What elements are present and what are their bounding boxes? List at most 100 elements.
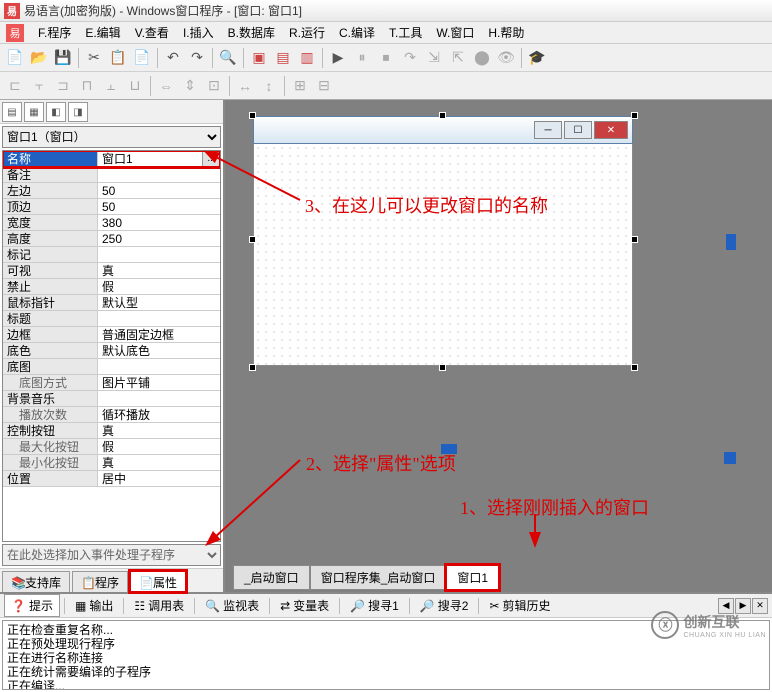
property-value[interactable]: 普通固定边框: [98, 327, 220, 342]
editor-tab-2[interactable]: 窗口1: [446, 565, 499, 590]
menu-view[interactable]: V.查看: [129, 22, 175, 43]
property-value[interactable]: 图片平铺: [98, 375, 220, 390]
editor-tab-0[interactable]: _启动窗口: [233, 565, 310, 590]
property-row-15[interactable]: 背景音乐: [3, 391, 220, 407]
property-row-4[interactable]: 宽度380: [3, 215, 220, 231]
menu-edit[interactable]: E.编辑: [79, 22, 126, 43]
event-selector[interactable]: 在此处选择加入事件处理子程序: [2, 544, 221, 566]
prop-btn-2[interactable]: ▦: [24, 102, 44, 122]
design-surface[interactable]: ─ ☐ ✕: [241, 104, 764, 564]
property-value[interactable]: 真: [98, 455, 220, 470]
property-value[interactable]: 真: [98, 263, 220, 278]
property-value[interactable]: [98, 167, 220, 182]
property-row-2[interactable]: 左边50: [3, 183, 220, 199]
property-value[interactable]: [98, 247, 220, 262]
menu-compile[interactable]: C.编译: [333, 22, 381, 43]
tab-icon: ❓: [11, 599, 26, 613]
property-row-19[interactable]: 最小化按钮真: [3, 455, 220, 471]
output-tab-0[interactable]: ❓提示: [4, 594, 60, 617]
property-row-18[interactable]: 最大化按钮假: [3, 439, 220, 455]
separator: [322, 48, 323, 68]
cut-icon[interactable]: ✂: [83, 47, 105, 69]
event-select[interactable]: 在此处选择加入事件处理子程序: [2, 544, 221, 566]
paste-icon[interactable]: 📄: [131, 47, 153, 69]
output-tab-1[interactable]: ▦输出: [69, 595, 119, 616]
menu-program[interactable]: F.程序: [32, 22, 77, 43]
output-tab-7[interactable]: ✂剪辑历史: [483, 595, 556, 616]
property-value[interactable]: [98, 311, 220, 326]
undo-icon[interactable]: ↶: [162, 47, 184, 69]
find-icon[interactable]: 🔍: [217, 47, 239, 69]
property-value[interactable]: 循环播放: [98, 407, 220, 422]
watermark-icon: ⓧ: [651, 611, 679, 639]
object-select[interactable]: 窗口1（窗口）: [2, 126, 221, 148]
output-tab-3[interactable]: 🔍监视表: [199, 595, 265, 616]
property-row-12[interactable]: 底色默认底色: [3, 343, 220, 359]
property-value[interactable]: 250: [98, 231, 220, 246]
menu-help[interactable]: H.帮助: [482, 22, 530, 43]
prop-btn-3[interactable]: ◧: [46, 102, 66, 122]
panel-tab-1[interactable]: 📋程序: [72, 571, 128, 592]
property-row-1[interactable]: 备注: [3, 167, 220, 183]
prop-btn-1[interactable]: ▤: [2, 102, 22, 122]
panel-tab-0[interactable]: 📚支持库: [2, 571, 70, 592]
knowledge-icon[interactable]: 🎓: [526, 47, 548, 69]
separator: [78, 48, 79, 68]
output-tab-5[interactable]: 🔎搜寻1: [344, 595, 405, 616]
property-row-8[interactable]: 禁止假: [3, 279, 220, 295]
run-icon[interactable]: ▶: [327, 47, 349, 69]
output-tab-6[interactable]: 🔎搜寻2: [414, 595, 475, 616]
property-value[interactable]: 50: [98, 183, 220, 198]
new-icon[interactable]: 📄: [4, 47, 26, 69]
align-top-icon: ⊓: [76, 75, 98, 97]
property-edit-button[interactable]: ...: [202, 151, 220, 166]
property-row-5[interactable]: 高度250: [3, 231, 220, 247]
editor-tabs: _启动窗口窗口程序集_启动窗口窗口1: [233, 565, 499, 590]
menu-run[interactable]: R.运行: [283, 22, 331, 43]
property-value[interactable]: [98, 391, 220, 406]
property-row-17[interactable]: 控制按钮真: [3, 423, 220, 439]
menu-window[interactable]: W.窗口: [430, 22, 480, 43]
property-row-13[interactable]: 底图: [3, 359, 220, 375]
property-row-0[interactable]: 名称窗口1...: [3, 151, 220, 167]
property-value[interactable]: 窗口1: [98, 151, 202, 166]
window1-icon[interactable]: ▣: [248, 47, 270, 69]
window2-icon[interactable]: ▤: [272, 47, 294, 69]
property-row-7[interactable]: 可视真: [3, 263, 220, 279]
property-row-14[interactable]: 底图方式图片平铺: [3, 375, 220, 391]
property-row-9[interactable]: 鼠标指针默认型: [3, 295, 220, 311]
form-body[interactable]: [253, 144, 633, 366]
menu-insert[interactable]: I.插入: [177, 22, 220, 43]
redo-icon[interactable]: ↷: [186, 47, 208, 69]
property-value[interactable]: 50: [98, 199, 220, 214]
tab-icon: ▦: [75, 599, 86, 613]
property-value[interactable]: 假: [98, 439, 220, 454]
menu-tools[interactable]: T.工具: [383, 22, 428, 43]
property-value[interactable]: 380: [98, 215, 220, 230]
copy-icon[interactable]: 📋: [107, 47, 129, 69]
panel-tab-2[interactable]: 📄属性: [130, 571, 186, 592]
editor-tab-1[interactable]: 窗口程序集_启动窗口: [310, 565, 447, 590]
property-row-16[interactable]: 播放次数循环播放: [3, 407, 220, 423]
property-row-10[interactable]: 标题: [3, 311, 220, 327]
save-icon[interactable]: 💾: [52, 47, 74, 69]
property-value[interactable]: 默认型: [98, 295, 220, 310]
property-value[interactable]: 假: [98, 279, 220, 294]
prop-btn-4[interactable]: ◨: [68, 102, 88, 122]
object-selector[interactable]: 窗口1（窗口）: [2, 126, 221, 148]
design-form[interactable]: ─ ☐ ✕: [253, 116, 633, 366]
menu-database[interactable]: B.数据库: [222, 22, 281, 43]
property-value[interactable]: [98, 359, 220, 374]
property-row-6[interactable]: 标记: [3, 247, 220, 263]
open-icon[interactable]: 📂: [28, 47, 50, 69]
property-row-11[interactable]: 边框普通固定边框: [3, 327, 220, 343]
window3-icon[interactable]: ▥: [296, 47, 318, 69]
output-tab-2[interactable]: ☷调用表: [128, 595, 190, 616]
property-name: 边框: [3, 327, 98, 342]
property-value[interactable]: 真: [98, 423, 220, 438]
output-tab-4[interactable]: ⇄变量表: [274, 595, 335, 616]
property-value[interactable]: 默认底色: [98, 343, 220, 358]
property-row-20[interactable]: 位置居中: [3, 471, 220, 487]
property-row-3[interactable]: 顶边50: [3, 199, 220, 215]
property-value[interactable]: 居中: [98, 471, 220, 486]
